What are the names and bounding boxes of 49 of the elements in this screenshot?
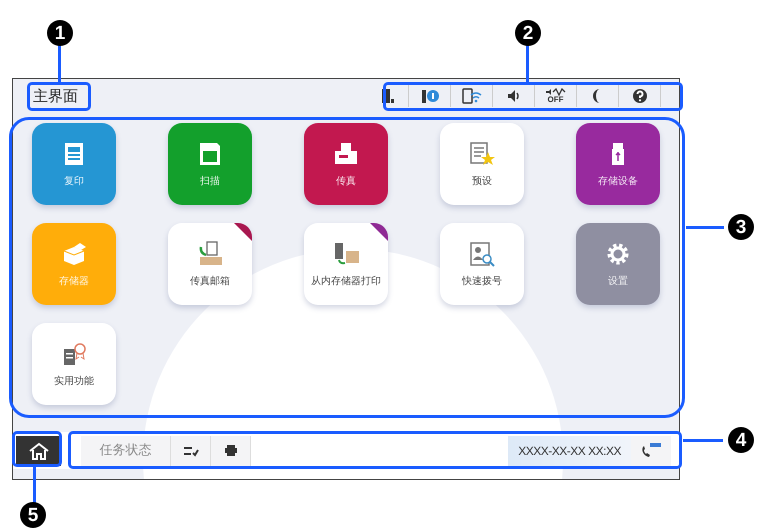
- gear-icon: [605, 241, 631, 267]
- wireless-direct-icon: [420, 88, 438, 104]
- list-check-icon: [182, 444, 198, 456]
- open-box-icon: [61, 241, 87, 267]
- app-tile[interactable]: 复印: [32, 123, 116, 205]
- callout-frame: [12, 431, 62, 467]
- contact-search-icon: [469, 241, 495, 267]
- help-icon: [632, 88, 648, 104]
- leader-line: [686, 226, 724, 229]
- fax-machine-icon: [333, 141, 359, 167]
- app-tile[interactable]: 传真邮箱: [168, 223, 252, 305]
- leader-line: [58, 45, 61, 82]
- printer-ribbon-icon: [61, 341, 87, 367]
- sound-off-button[interactable]: OFF: [535, 85, 577, 107]
- memory-print-icon: [333, 241, 359, 267]
- sound-wave-icon: [544, 88, 566, 96]
- job-status-button[interactable]: 任务状态: [81, 436, 171, 466]
- printer-status-button[interactable]: [211, 436, 251, 466]
- callout-frame: [27, 82, 91, 111]
- screen-title: 主界面: [33, 88, 78, 104]
- app-tile[interactable]: 扫描: [168, 123, 252, 205]
- app-tile[interactable]: 传真: [304, 123, 388, 205]
- home-button[interactable]: [16, 436, 61, 466]
- document-star-icon: [469, 141, 495, 167]
- job-list-button[interactable]: [171, 436, 211, 466]
- app-tile[interactable]: 存储设备: [576, 123, 660, 205]
- callout-number: 3: [728, 214, 754, 240]
- leader-line: [526, 45, 529, 82]
- app-tile[interactable]: 设置: [576, 223, 660, 305]
- speaker-icon: [506, 89, 522, 103]
- ink-cartridge-icon: [380, 88, 394, 104]
- app-tile[interactable]: 实用功能: [32, 323, 116, 405]
- callout-number: 5: [20, 502, 46, 528]
- app-tile[interactable]: 预设: [440, 123, 524, 205]
- callout-number: 4: [728, 427, 754, 453]
- callout-number: 1: [47, 20, 73, 46]
- app-tile[interactable]: 从内存储器打印: [304, 223, 388, 305]
- leader-line: [33, 467, 36, 503]
- scanner-icon: [197, 141, 223, 167]
- fax-inbox-icon: [197, 241, 223, 267]
- wifi-icon: [462, 88, 482, 104]
- date-time: XXXX-XX-XX XX:XX: [508, 436, 631, 466]
- callout-number: 2: [515, 20, 541, 46]
- phone-icon: [640, 442, 662, 458]
- app-tile[interactable]: 快速拨号: [440, 223, 524, 305]
- fax-connection-button[interactable]: [631, 436, 671, 466]
- sound-off-label: OFF: [548, 96, 564, 104]
- leader-line: [683, 439, 723, 442]
- home-icon: [28, 442, 50, 460]
